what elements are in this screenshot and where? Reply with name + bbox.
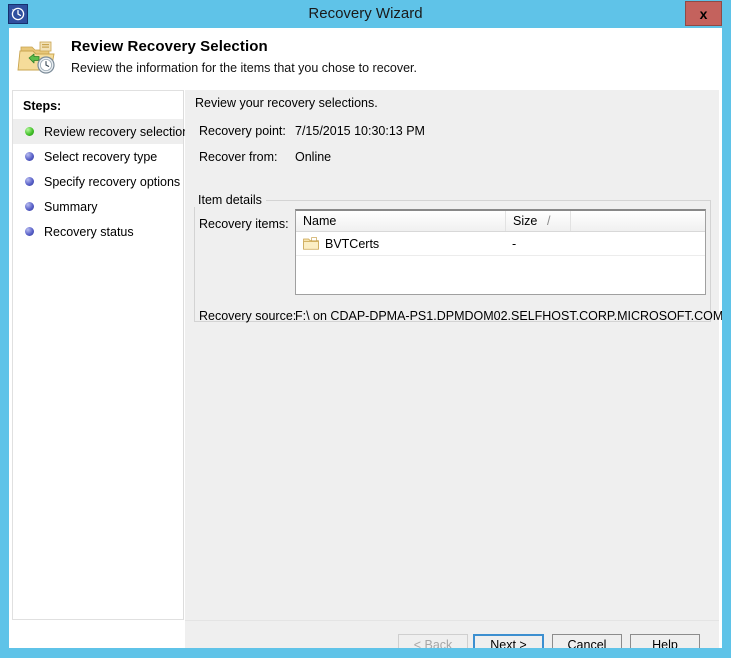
content-intro-text: Review your recovery selections. [195, 96, 378, 110]
step-bullet-icon [25, 152, 34, 161]
steps-label: Steps: [23, 99, 62, 113]
recovery-wizard-window: Recovery Wizard x Review Recovery Select… [0, 0, 731, 658]
main-content-panel: Review your recovery selections. Recover… [185, 90, 722, 620]
table-row[interactable]: BVTCerts - [296, 232, 705, 255]
recovery-items-table[interactable]: Name Size / BVTCerts - [295, 209, 706, 295]
recovery-point-value: 7/15/2015 10:30:13 PM [295, 124, 425, 138]
sidebar-item-review-recovery-selection[interactable]: Review recovery selection [13, 119, 189, 144]
table-empty-area [296, 255, 705, 294]
recovery-items-label: Recovery items: [199, 217, 289, 231]
folder-recovery-icon [16, 37, 60, 79]
table-header-row: Name Size / [296, 211, 705, 232]
recovery-source-label: Recovery source: [199, 309, 297, 323]
recover-from-label: Recover from: [199, 150, 278, 164]
help-button[interactable]: Help [630, 634, 700, 648]
folder-icon [303, 237, 319, 250]
sidebar-item-select-recovery-type[interactable]: Select recovery type [13, 144, 183, 169]
sidebar-item-label: Review recovery selection [44, 124, 190, 139]
sidebar-item-label: Specify recovery options [44, 174, 181, 189]
column-header-filler [571, 211, 705, 231]
sidebar-item-summary[interactable]: Summary [13, 194, 183, 219]
column-header-name[interactable]: Name [296, 211, 506, 231]
wizard-button-bar: < Back Next > Cancel Help [185, 620, 719, 648]
step-bullet-icon [25, 127, 34, 136]
window-title: Recovery Wizard [308, 5, 423, 22]
recovery-source-value: F:\ on CDAP-DPMA-PS1.DPMDOM02.SELFHOST.C… [295, 309, 722, 323]
sidebar-item-label: Recovery status [44, 224, 134, 239]
page-subtitle: Review the information for the items tha… [71, 61, 418, 75]
cancel-button[interactable]: Cancel [552, 634, 622, 648]
step-bullet-icon [25, 227, 34, 236]
cell-size: - [512, 236, 517, 251]
title-bar: Recovery Wizard x [0, 0, 731, 28]
page-title: Review Recovery Selection [71, 38, 268, 55]
item-details-legend: Item details [194, 193, 266, 207]
back-button[interactable]: < Back [398, 634, 468, 648]
sidebar-item-specify-recovery-options[interactable]: Specify recovery options [13, 169, 183, 194]
close-icon[interactable]: x [685, 1, 722, 26]
client-area: Review Recovery Selection Review the inf… [9, 28, 722, 648]
wizard-header: Review Recovery Selection Review the inf… [9, 28, 722, 88]
sidebar-item-label: Summary [44, 199, 98, 214]
steps-list: Review recovery selection Select recover… [13, 119, 189, 244]
column-header-size[interactable]: Size [506, 211, 541, 231]
step-bullet-icon [25, 202, 34, 211]
sidebar-item-label: Select recovery type [44, 149, 158, 164]
cell-name: BVTCerts [325, 236, 380, 251]
step-bullet-icon [25, 177, 34, 186]
sidebar-item-recovery-status[interactable]: Recovery status [13, 219, 183, 244]
recover-from-value: Online [295, 150, 332, 164]
column-header-extra[interactable]: / [541, 211, 571, 231]
next-button[interactable]: Next > [473, 634, 544, 648]
recovery-point-label: Recovery point: [199, 124, 286, 138]
steps-sidebar: Steps: Review recovery selection Select … [12, 90, 189, 620]
